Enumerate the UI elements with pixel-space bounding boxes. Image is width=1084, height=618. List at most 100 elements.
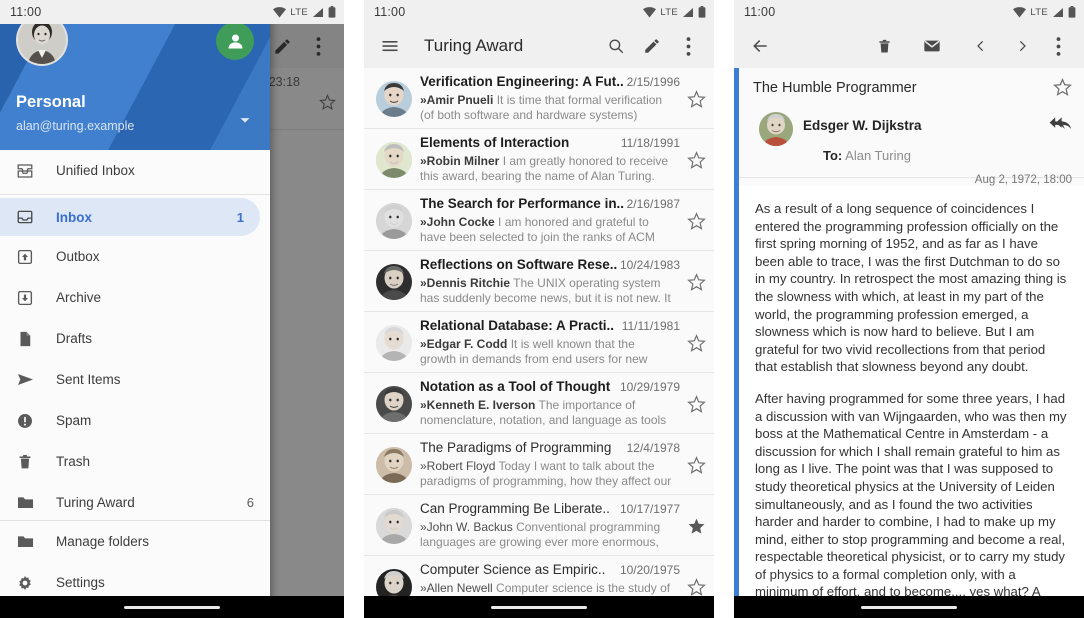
back-arrow-icon[interactable] xyxy=(744,30,776,62)
page-title: Turing Award xyxy=(424,36,524,55)
home-indicator[interactable] xyxy=(491,605,587,609)
avatar[interactable] xyxy=(376,386,412,422)
star-outline-icon[interactable] xyxy=(687,151,706,175)
star-filled-icon[interactable] xyxy=(687,517,706,541)
home-indicator[interactable] xyxy=(861,605,957,609)
navigation-drawer: Personal alan@turing.example Unified Inb… xyxy=(0,0,270,607)
avatar[interactable] xyxy=(376,325,412,361)
message-row[interactable]: Verification Engineering: A Fut.. 2/15/19… xyxy=(364,68,714,129)
avatar[interactable] xyxy=(376,447,412,483)
message-header: The Humble Programmer Edsger W. Dijkstra xyxy=(739,68,1084,186)
message-subject: Can Programming Be Liberate.. xyxy=(420,501,610,516)
message-preview: »John Cocke I am honored and grateful to… xyxy=(420,215,674,245)
message-sender: »Allen Newell xyxy=(420,581,493,595)
envelope-icon[interactable] xyxy=(916,30,948,62)
search-icon[interactable] xyxy=(600,30,632,62)
message-subject: Elements of Interaction xyxy=(420,135,570,150)
panel-gap xyxy=(714,0,734,618)
sidebar-item-sent-items[interactable]: Sent Items xyxy=(0,359,270,400)
message-row[interactable]: Relational Database: A Practi.. 11/11/198… xyxy=(364,312,714,373)
message-subject: Relational Database: A Practi.. xyxy=(420,318,615,333)
star-outline-icon[interactable] xyxy=(687,456,706,480)
hamburger-icon[interactable] xyxy=(374,30,406,62)
message-body: As a result of a long sequence of coinci… xyxy=(739,186,1084,596)
message-sender: »John W. Backus xyxy=(420,520,513,534)
home-indicator[interactable] xyxy=(124,605,220,609)
message-subject: The Humble Programmer xyxy=(753,80,917,96)
sidebar-item-drafts[interactable]: Drafts xyxy=(0,318,270,359)
status-icons: LTE xyxy=(273,6,336,18)
message-date: 10/24/1983 xyxy=(619,258,680,272)
star-outline-icon[interactable] xyxy=(687,334,706,358)
message-subject: Verification Engineering: A Fut.. xyxy=(420,74,624,89)
battery-icon xyxy=(328,6,336,18)
sidebar-item-outbox[interactable]: Outbox xyxy=(0,236,270,277)
sidebar-item-turing-award[interactable]: Turing Award 6 xyxy=(0,482,270,520)
star-outline-icon[interactable] xyxy=(687,395,706,419)
message-row[interactable]: The Paradigms of Programming 12/4/1978 »Ro… xyxy=(364,434,714,495)
message-row[interactable]: Notation as a Tool of Thought 10/29/1979 »… xyxy=(364,373,714,434)
message-paragraph: As a result of a long sequence of coinci… xyxy=(755,201,1067,375)
message-preview: »Dennis Ritchie The UNIX operating syste… xyxy=(420,276,674,306)
system-navigation-bar xyxy=(364,596,714,618)
battery-icon xyxy=(698,6,706,18)
message-row[interactable]: Can Programming Be Liberate.. 10/17/1977 »… xyxy=(364,495,714,556)
status-time: 11:00 xyxy=(744,5,776,19)
message-row[interactable]: The Search for Performance in.. 2/16/1987… xyxy=(364,190,714,251)
avatar[interactable] xyxy=(376,142,412,178)
sidebar-item-unified-inbox[interactable]: Unified Inbox xyxy=(0,150,270,191)
folder-icon xyxy=(16,532,56,551)
system-navigation-bar xyxy=(0,596,344,618)
message-date: 10/17/1977 xyxy=(619,502,680,516)
sidebar-item-spam[interactable]: Spam xyxy=(0,400,270,441)
app-bar: Turing Award xyxy=(364,24,714,68)
sidebar-item-archive[interactable]: Archive xyxy=(0,277,270,318)
chevron-left-icon[interactable] xyxy=(964,30,996,62)
panel-gap xyxy=(344,0,364,618)
chevron-down-icon[interactable] xyxy=(236,111,254,134)
message-subject: The Search for Performance in.. xyxy=(420,196,625,211)
star-outline-icon[interactable] xyxy=(687,212,706,236)
message-date: 10/29/1979 xyxy=(619,380,680,394)
wifi-icon xyxy=(1013,6,1027,17)
sidebar-item-manage-folders[interactable]: Manage folders xyxy=(0,521,270,562)
avatar[interactable] xyxy=(376,264,412,300)
trash-icon[interactable] xyxy=(868,30,900,62)
network-type-label: LTE xyxy=(290,6,308,18)
sidebar-item-label: Drafts xyxy=(56,331,93,346)
compose-icon[interactable] xyxy=(636,30,668,62)
sidebar-item-trash[interactable]: Trash xyxy=(0,441,270,482)
app-bar xyxy=(734,24,1084,68)
message-subject: Reflections on Software Rese.. xyxy=(420,257,618,272)
reply-all-icon[interactable] xyxy=(1048,114,1072,137)
message-recipient: To: Alan Turing xyxy=(823,148,911,163)
message-date: 10/20/1975 xyxy=(619,563,680,577)
send-icon xyxy=(16,370,56,389)
star-outline-icon[interactable] xyxy=(687,90,706,114)
avatar[interactable] xyxy=(759,112,793,146)
drafts-icon xyxy=(16,330,56,348)
message-row[interactable]: Reflections on Software Rese.. 10/24/1983… xyxy=(364,251,714,312)
person-add-icon[interactable] xyxy=(216,22,254,60)
wifi-icon xyxy=(643,6,657,17)
avatar[interactable] xyxy=(376,203,412,239)
message-row[interactable]: Elements of Interaction 11/18/1991 »Robin … xyxy=(364,129,714,190)
chevron-right-icon[interactable] xyxy=(1006,30,1038,62)
message-list[interactable]: Verification Engineering: A Fut.. 2/15/19… xyxy=(364,68,714,618)
drawer-folder-list[interactable]: Unified Inbox Inbox 1 Outbox Archive Dra… xyxy=(0,150,270,520)
status-bar: 11:00 LTE xyxy=(0,0,344,24)
message-subject: Notation as a Tool of Thought xyxy=(420,379,611,394)
message-sender: »Amir Pnueli xyxy=(420,93,494,107)
drawer-footer: Manage folders Settings xyxy=(0,520,270,607)
sidebar-item-inbox[interactable]: Inbox 1 xyxy=(0,198,260,236)
trash-icon xyxy=(16,453,56,471)
star-outline-icon[interactable] xyxy=(687,273,706,297)
more-icon[interactable] xyxy=(1042,30,1074,62)
outbox-icon xyxy=(16,248,56,266)
message-date: 2/16/1987 xyxy=(626,197,680,211)
avatar[interactable] xyxy=(376,81,412,117)
sidebar-item-label: Sent Items xyxy=(56,372,121,387)
more-icon[interactable] xyxy=(672,30,704,62)
star-outline-icon[interactable] xyxy=(1053,77,1072,102)
avatar[interactable] xyxy=(376,508,412,544)
